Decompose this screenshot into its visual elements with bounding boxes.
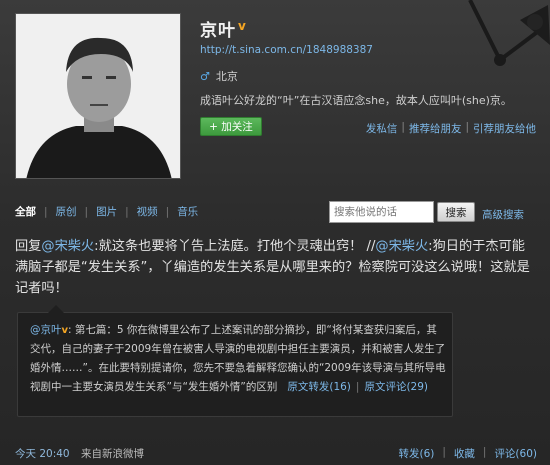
separator: | [442, 446, 446, 458]
separator: | [44, 205, 48, 218]
repost-author-link[interactable]: @京叶 [30, 324, 62, 336]
avatar[interactable] [15, 13, 181, 179]
repost-box: @京叶v: 第七篇：5 你在微博里公布了上述案讯的部分摘抄，即“将付某查获归案后… [17, 305, 453, 417]
profile-bio: 成语叶公好龙的“叶”在古汉语应念she，故本人应叫叶(she)京。 [200, 94, 512, 107]
introduce-friend-link[interactable]: 引荐朋友给他 [473, 121, 536, 136]
tab-original[interactable]: 原创 [56, 204, 77, 219]
separator: | [355, 381, 360, 393]
profile-actions: 发私信 | 推荐给朋友 | 引荐朋友给他 [366, 121, 536, 136]
repost-link[interactable]: 转发(6) [398, 446, 434, 461]
separator: | [125, 205, 129, 218]
verified-badge-icon: v [238, 18, 246, 33]
separator: | [401, 121, 405, 133]
repost-pointer [48, 305, 64, 313]
male-icon: ♂ [200, 69, 210, 83]
post-prefix: 回复 [15, 239, 42, 254]
profile-username: 京叶 [200, 21, 236, 41]
comment-link[interactable]: 评论(60) [494, 446, 537, 461]
original-comment-link[interactable]: 原文评论(29) [364, 381, 428, 393]
send-message-link[interactable]: 发私信 [366, 121, 398, 136]
desk-lamp-decoration [468, 0, 550, 66]
post-time[interactable]: 今天 20:40 [15, 448, 70, 460]
tab-videos[interactable]: 视频 [137, 204, 158, 219]
recommend-to-friend-link[interactable]: 推荐给朋友 [409, 121, 462, 136]
separator: | [84, 205, 89, 218]
profile-location: 北京 [215, 70, 238, 83]
separator: | [482, 446, 487, 458]
tab-images[interactable]: 图片 [96, 204, 117, 219]
post-actions: 转发(6) | 收藏 | 评论(60) [398, 446, 537, 461]
mention-link[interactable]: @宋柴火 [41, 239, 94, 254]
favorite-link[interactable]: 收藏 [454, 446, 475, 461]
repost-text: @京叶v: 第七篇：5 你在微博里公布了上述案讯的部分摘抄，即“将付某查获归案后… [30, 321, 446, 397]
tab-all[interactable]: 全部 [15, 204, 36, 219]
search-button[interactable]: 搜索 [437, 202, 475, 222]
search-input[interactable] [329, 201, 434, 223]
separator: | [165, 205, 170, 218]
mention-link[interactable]: @宋柴火 [375, 239, 428, 254]
follow-button[interactable]: + 加关注 [200, 117, 262, 136]
advanced-search-link[interactable]: 高级搜索 [482, 207, 524, 222]
post-footer: 今天 20:40 来自新浪微博 转发(6) | 收藏 | 评论(60) [15, 446, 537, 461]
tab-music[interactable]: 音乐 [177, 204, 198, 219]
original-repost-link[interactable]: 原文转发(16) [287, 381, 351, 393]
separator: | [465, 121, 469, 133]
profile-url-link[interactable]: http://t.sina.com.cn/1848988387 [200, 44, 373, 56]
post-source: 来自新浪微博 [80, 448, 144, 460]
post-text: 回复@宋柴火:就这条也要将丫告上法庭。打他个灵魂出窍！ //@宋柴火:狗日的于杰… [15, 236, 537, 299]
post-text-part: :就这条也要将丫告上法庭。打他个灵魂出窍！ // [94, 239, 376, 254]
avatar-photo [16, 14, 180, 178]
filter-tabs: 全部 | 原创 | 图片 | 视频 | 音乐 [15, 204, 198, 219]
